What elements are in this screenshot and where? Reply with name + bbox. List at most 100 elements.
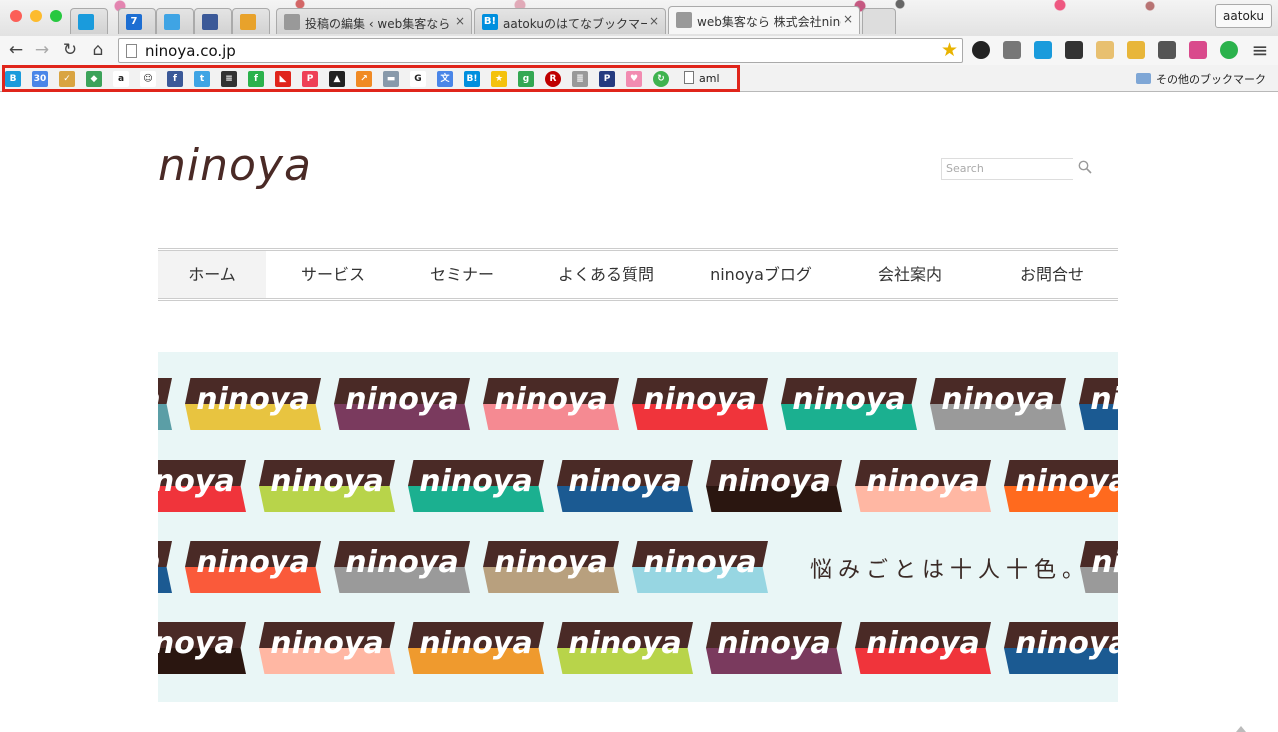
browser-tab[interactable]: 投稿の編集 ‹ web集客なら 株 ×	[276, 8, 472, 34]
hero-ninoya-tile: ninoya	[259, 460, 395, 512]
amazon-extension-icon[interactable]	[1065, 41, 1083, 59]
site-logo[interactable]: ninoya	[158, 140, 312, 191]
hero-ninoya-tile: ninoya	[855, 622, 991, 674]
google-plus-icon[interactable]: g	[518, 71, 534, 87]
todo-icon[interactable]: ✓	[59, 71, 75, 87]
translate-icon[interactable]: 文	[437, 71, 453, 87]
scroll-up-icon[interactable]	[1236, 726, 1246, 732]
tile-word: ninoya	[270, 464, 384, 499]
twitter-icon[interactable]: t	[194, 71, 210, 87]
browser-tab[interactable]	[194, 8, 232, 34]
bookmarklet-icon[interactable]: ◣	[275, 71, 291, 87]
tile-word: ninoya	[196, 382, 310, 417]
browser-tab[interactable]: web集客なら 株式会社nino ×	[668, 6, 860, 34]
url-text[interactable]: ninoya.co.jp	[145, 42, 236, 60]
tab-close-icon[interactable]: ×	[649, 14, 659, 28]
back-button[interactable]: ←	[6, 41, 26, 59]
bar-icon[interactable]: ▬	[383, 71, 399, 87]
amazon-icon[interactable]: a	[113, 71, 129, 87]
hatena-bookmark-icon[interactable]: B!	[464, 71, 480, 87]
google-icon[interactable]: G	[410, 71, 426, 87]
screen-extension-icon[interactable]	[1003, 41, 1021, 59]
tab-close-icon[interactable]: ×	[455, 14, 465, 28]
hero-banner: 悩みごとは十人十色。 ninoya ninoya ninoya ninoya ninoy…	[158, 352, 1118, 702]
search-input[interactable]: Search	[941, 158, 1073, 180]
ruler-extension-icon[interactable]	[1127, 41, 1145, 59]
checkbox-icon	[240, 14, 256, 30]
tab-close-icon[interactable]: ×	[843, 12, 853, 26]
hero-ninoya-tile: ninoya	[158, 460, 246, 512]
minimize-window-button[interactable]	[30, 10, 42, 22]
bookmark-star-icon[interactable]: ★	[941, 39, 958, 61]
star-icon[interactable]: ★	[491, 71, 507, 87]
pinterest-extension-icon[interactable]	[1034, 41, 1052, 59]
feedly-icon[interactable]: f	[248, 71, 264, 87]
hero-ninoya-tile: ninoya	[483, 541, 619, 593]
hero-ninoya-tile: ninoya	[1080, 541, 1118, 593]
evernote-extension-icon[interactable]	[1158, 41, 1176, 59]
menu-button[interactable]: ≡	[1250, 40, 1270, 60]
maps-icon[interactable]: ◆	[86, 71, 102, 87]
new-tab-button[interactable]	[862, 8, 896, 34]
nav-item[interactable]: ninoyaブログ	[688, 251, 834, 298]
chart-icon[interactable]: ↗	[356, 71, 372, 87]
flask-icon[interactable]: ▲	[329, 71, 345, 87]
forward-button[interactable]: →	[32, 41, 52, 59]
pocket-icon[interactable]: P	[302, 71, 318, 87]
nav-item[interactable]: よくある質問	[534, 251, 678, 298]
address-bar[interactable]: ninoya.co.jp ★	[118, 38, 963, 63]
facebook-icon	[202, 14, 218, 30]
nav-item[interactable]: お問合せ	[986, 251, 1118, 298]
piggy-icon[interactable]: ♥	[626, 71, 642, 87]
nav-item[interactable]: セミナー	[400, 251, 524, 298]
notes-icon[interactable]: ≣	[572, 71, 588, 87]
bookmark-aml[interactable]: aml	[684, 71, 720, 85]
tile-word: ninoya	[158, 626, 235, 661]
tile-word: ninoya	[270, 626, 384, 661]
nav-item[interactable]: ホーム	[158, 251, 266, 298]
tile-word: ninoya	[345, 382, 459, 417]
tile-word: ninoya	[494, 382, 608, 417]
tile-word: ninoya	[196, 545, 310, 580]
browser-tab[interactable]	[70, 8, 108, 34]
tile-word: ninoya	[866, 464, 980, 499]
facebook-icon[interactable]: f	[167, 71, 183, 87]
chat-extension-icon[interactable]	[1096, 41, 1114, 59]
browser-tab[interactable]	[156, 8, 194, 34]
hero-ninoya-tile: ninoya	[706, 460, 842, 512]
tile-word: ninoya	[643, 545, 757, 580]
calendar-icon[interactable]: 30	[32, 71, 48, 87]
hero-ninoya-tile: ninoya	[483, 378, 619, 430]
profile-button[interactable]: aatoku	[1215, 4, 1272, 28]
tile-word: ninoya	[158, 382, 172, 417]
other-bookmarks-folder[interactable]: その他のブックマーク	[1136, 71, 1266, 87]
zoom-window-button[interactable]	[50, 10, 62, 22]
nav-item[interactable]: サービス	[266, 251, 400, 298]
hatena-icon[interactable]: B	[5, 71, 21, 87]
browser-tab[interactable]: B! aatokuのはてなブックマーク×	[474, 8, 666, 34]
page-icon	[284, 14, 300, 30]
tile-word: ninoya	[345, 545, 459, 580]
tile-word: ninoya	[1090, 382, 1118, 417]
id-extension-icon[interactable]	[1220, 41, 1238, 59]
color-wheel-extension-icon[interactable]	[1189, 41, 1207, 59]
refresh-icon[interactable]: ↻	[653, 71, 669, 87]
camera-extension-icon[interactable]	[972, 41, 990, 59]
home-button[interactable]: ⌂	[88, 41, 108, 59]
mascot-icon[interactable]: ☺	[140, 71, 156, 87]
paypal-icon[interactable]: P	[599, 71, 615, 87]
search-icon[interactable]	[1078, 160, 1092, 174]
webpage: ninoya Search ホーム サービス セミナー よくある質問 ninoyaブログ…	[0, 92, 1278, 732]
hero-ninoya-tile: ninoya	[930, 378, 1066, 430]
reload-button[interactable]: ↻	[60, 41, 80, 59]
tile-word: ninoya	[1091, 545, 1118, 580]
browser-tab[interactable]	[232, 8, 270, 34]
rakuten-icon[interactable]: R	[545, 71, 561, 87]
hero-ninoya-tile: ninoya	[632, 378, 768, 430]
close-window-button[interactable]	[10, 10, 22, 22]
nav-item[interactable]: 会社案内	[834, 251, 986, 298]
hero-ninoya-tile: ninoya	[557, 622, 693, 674]
buffer-icon[interactable]: ≡	[221, 71, 237, 87]
browser-tab[interactable]: 7	[118, 8, 156, 34]
hatena-bookmark-icon: B!	[482, 14, 498, 30]
